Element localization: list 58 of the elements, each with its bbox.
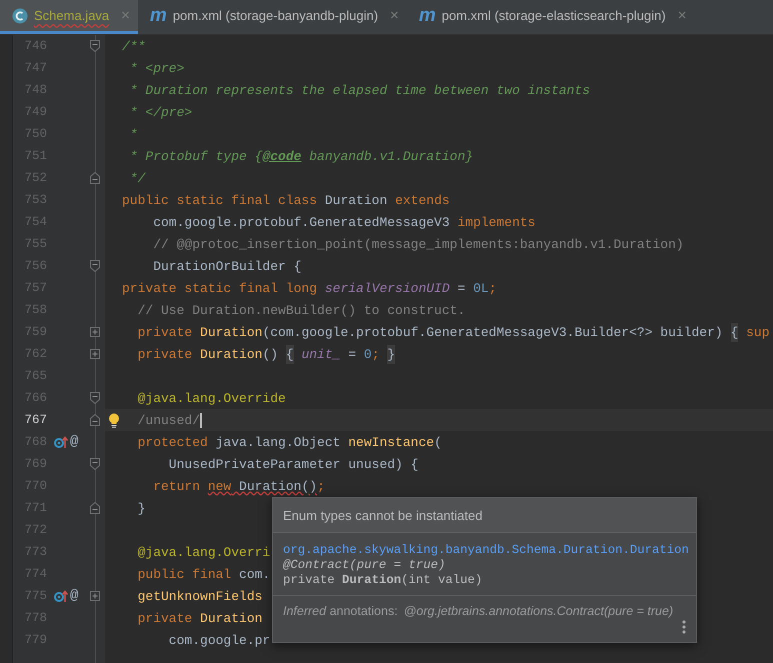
class-icon (12, 8, 28, 24)
code-line: private Duration(com.google.protobuf.GeneratedMessageV3.Builder<?> builder) { sup (136, 324, 770, 340)
code-line: getUnknownFields (136, 588, 262, 604)
expand-icon[interactable] (90, 349, 100, 359)
expand-icon[interactable] (90, 327, 100, 337)
code-line: /unused/ (122, 412, 202, 428)
more-icon[interactable] (682, 620, 686, 634)
code-line: // Use Duration.newBuilder() to construct. (136, 302, 466, 318)
code-line: // @@protoc_insertion_point(message_implements:banyandb.v1.Duration) (152, 236, 684, 252)
line-number: 767 (23, 413, 47, 427)
annotation-icon[interactable]: @ (70, 588, 78, 604)
collapse-icon[interactable] (90, 458, 100, 470)
collapse-icon[interactable] (90, 502, 100, 514)
close-icon[interactable]: × (390, 7, 399, 24)
code-line: } (136, 500, 146, 516)
expand-icon[interactable] (90, 591, 100, 601)
code-line: com.google.protobuf.GeneratedMessageV3 implements (152, 214, 536, 230)
inferred-label: Inferred annotations: (283, 604, 398, 618)
signature-text: private Duration(int value) (283, 573, 484, 587)
collapse-icon[interactable] (90, 414, 100, 426)
code-line: * (128, 126, 138, 142)
collapse-icon[interactable] (90, 392, 100, 404)
code-line: * </pre> (128, 104, 192, 120)
code-line: com.google.pr (168, 632, 270, 648)
code-line: public static final class Duration extends (122, 192, 450, 208)
code-line: @java.lang.Override (136, 390, 286, 406)
annotation-text: @Contract(pure = true) (283, 558, 446, 572)
maven-icon: m (150, 6, 167, 25)
collapse-icon[interactable] (90, 172, 100, 184)
code-line: private static final long serialVersionUID = 0L; (122, 280, 496, 296)
annotation-icon[interactable]: @ (70, 434, 78, 450)
collapse-icon[interactable] (90, 260, 100, 272)
inferred-annotation: @org.jetbrains.annotations.Contract(pure = true) (404, 604, 674, 618)
code-line: protected java.lang.Object newInstance( (136, 434, 442, 450)
lightbulb-icon[interactable] (108, 412, 120, 428)
code-line: private Duration() { unit_ = 0; } (136, 346, 396, 362)
code-line: public final com. (136, 566, 270, 582)
code-line: DurationOrBuilder { (152, 258, 302, 274)
override-icon[interactable] (54, 435, 68, 449)
code-line: * <pre> (128, 60, 184, 76)
override-icon[interactable] (54, 589, 68, 603)
editor-tab[interactable]: Schema.java × (0, 0, 138, 34)
close-icon[interactable]: × (121, 7, 130, 24)
code-line: private Duration (136, 610, 262, 626)
code-line: */ (128, 170, 146, 186)
code-line: return new Duration(); (152, 478, 325, 494)
editor-tab[interactable]: m pom.xml (storage-banyandb-plugin) × (138, 0, 407, 34)
maven-icon: m (418, 6, 436, 25)
editor-tab[interactable]: m pom.xml (storage-elasticsearch-plugin) × (406, 0, 694, 34)
collapse-icon[interactable] (90, 40, 100, 52)
code-line: * Protobuf type {@code banyandb.v1.Duration} (128, 148, 474, 164)
popup-title: Enum types cannot be instantiated (283, 508, 482, 523)
code-line: * Duration represents the elapsed time between two instants (128, 82, 590, 98)
code-line: /** (122, 38, 146, 54)
code-line: UnusedPrivateParameter unused) { (168, 456, 418, 472)
declaration-link[interactable]: org.apache.skywalking.banyandb.Schema.Duration.Duration (283, 543, 686, 557)
close-icon[interactable]: × (678, 7, 686, 24)
code-line: @java.lang.Overri (136, 544, 270, 560)
